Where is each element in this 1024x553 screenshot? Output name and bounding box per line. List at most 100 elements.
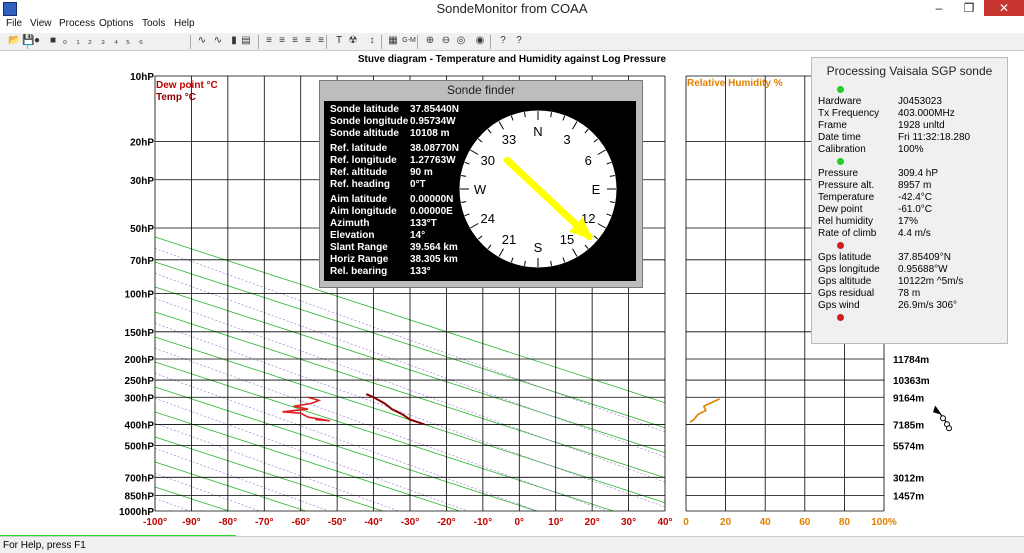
pressure-tick-label: 700hP — [125, 473, 155, 484]
record-icon[interactable]: ● — [31, 35, 43, 47]
menu-options[interactable]: Options — [99, 18, 133, 29]
finder-row-value: 0.95734W — [410, 116, 456, 127]
finder-row-label: Ref. altitude — [330, 167, 388, 178]
p2-icon[interactable]: ₁ — [72, 35, 84, 47]
processing-row-value: J0453023 — [898, 96, 942, 107]
mixing-ratio-line — [154, 398, 469, 512]
p7-icon[interactable]: ₆ — [135, 35, 147, 47]
finder-row-value: 14° — [410, 230, 426, 241]
processing-title: Processing Vaisala SGP sonde — [826, 64, 993, 78]
toolbar-separator — [190, 35, 191, 49]
processing-row-value: -42.4°C — [898, 192, 933, 203]
temp-tick-label: -80° — [219, 517, 237, 528]
wind-barb-point — [946, 425, 952, 432]
processing-row-label: Calibration — [818, 144, 866, 155]
temp-tick-label: 10° — [548, 517, 563, 528]
humidity-axis-title: Relative Humidity % — [687, 78, 783, 89]
lines2-icon[interactable]: ≡ — [276, 35, 288, 47]
processing-row-value: 26.9m/s 306° — [898, 300, 958, 311]
processing-row-value: 78 m — [898, 288, 921, 299]
temp-tick-label: -100° — [143, 517, 167, 528]
processing-row-label: Temperature — [818, 192, 875, 203]
gm-icon[interactable]: G-M — [402, 35, 416, 47]
menu-help[interactable]: Help — [174, 18, 195, 29]
p1-icon[interactable]: ₀ — [59, 35, 71, 47]
altitude-label: 11784m — [893, 355, 929, 366]
processing-row-value: 8957 m — [898, 180, 932, 191]
status-text: For Help, press F1 — [3, 540, 86, 551]
finder-row-value: 37.85440N — [410, 104, 459, 115]
close-button[interactable]: ✕ — [984, 0, 1024, 16]
processing-row-value: Fri 11:32:18.280 — [898, 132, 971, 143]
open-icon[interactable]: 📂 — [8, 35, 20, 47]
finder-row-label: Ref. heading — [330, 179, 391, 190]
altitude-label: 10363m — [893, 376, 930, 387]
menu-process[interactable]: Process — [59, 18, 95, 29]
p3-icon[interactable]: ₂ — [84, 35, 96, 47]
status-led-error — [837, 314, 844, 321]
temp-icon[interactable]: T — [333, 35, 345, 47]
box-icon[interactable]: ▤ — [240, 35, 252, 47]
lines5-icon[interactable]: ≡ — [315, 35, 327, 47]
finder-row-label: Ref. latitude — [330, 143, 388, 154]
stop-icon[interactable]: ■ — [47, 35, 59, 47]
finder-row-label: Sonde latitude — [330, 104, 399, 115]
zoom-in-icon[interactable]: ⊕ — [424, 35, 436, 47]
altitude-label: 5574m — [893, 442, 924, 453]
pressure-tick-label: 70hP — [130, 256, 154, 267]
target-icon[interactable]: ◎ — [455, 35, 467, 47]
dry-adiabat-line — [154, 361, 614, 512]
p4-icon[interactable]: ₃ — [97, 35, 109, 47]
humidity-tick-label: 20 — [720, 517, 732, 528]
temp-tick-label: -20° — [437, 517, 455, 528]
map-icon[interactable]: ▦ — [387, 35, 399, 47]
processing-row-label: Gps wind — [818, 300, 860, 311]
title-bar: SondeMonitor from COAA – ❐ ✕ — [0, 0, 1024, 18]
altitude-label: 7185m — [893, 420, 924, 431]
finder-row-label: Sonde altitude — [330, 128, 399, 139]
temp-tick-label: -10° — [474, 517, 492, 528]
wave-icon[interactable]: ∿ — [196, 35, 208, 47]
wave2-icon[interactable]: ∿ — [212, 35, 224, 47]
menu-file[interactable]: File — [6, 18, 22, 29]
finder-row-value: 10108 m — [410, 128, 450, 139]
p6-icon[interactable]: ₅ — [122, 35, 134, 47]
compass-icon[interactable]: ◉ — [474, 35, 486, 47]
humidity-trace — [689, 398, 720, 423]
help-icon[interactable]: ? — [497, 35, 509, 47]
menu-tools[interactable]: Tools — [142, 18, 165, 29]
sonde-finder-panel: Sonde finder Sonde latitude 37.85440N Sond… — [319, 80, 643, 288]
finder-row-value: 38.305 km — [410, 254, 458, 265]
toolbar-separator — [490, 35, 491, 49]
pressure-tick-label: 200hP — [125, 355, 155, 366]
temp-tick-label: -40° — [364, 517, 382, 528]
wind-barb-point — [940, 415, 946, 422]
zoom-out-icon[interactable]: ⊖ — [440, 35, 452, 47]
lines3-icon[interactable]: ≡ — [289, 35, 301, 47]
temp-tick-label: 30° — [621, 517, 636, 528]
humidity-tick-label: 100% — [871, 517, 897, 528]
compass-label: E — [592, 182, 601, 197]
menu-bar: File View Process Options Tools Help — [0, 17, 1024, 33]
maximize-button[interactable]: ❐ — [954, 0, 984, 16]
lines4-icon[interactable]: ≡ — [302, 35, 314, 47]
vertical-arrow-icon[interactable]: ↕ — [366, 35, 378, 47]
bar-icon[interactable]: ▮ — [228, 35, 240, 47]
finder-row-label: Aim latitude — [330, 194, 388, 205]
radiation-icon[interactable]: ☢ — [347, 35, 359, 47]
temp-tick-label: -50° — [328, 517, 346, 528]
processing-row-value: 403.000MHz — [898, 108, 955, 119]
lines-icon[interactable]: ≡ — [263, 35, 275, 47]
toolbar: 📂 💾 ● ■ ₀ ₁ ₂ ₃ ₄ ₅ ₆ ∿ ∿ ▮ ▤ ≡ ≡ ≡ ≡ ≡ T ☢ ↕ ▦ G-M ⊕ ⊖ ◎ ◉?? — [0, 33, 1024, 51]
finder-row-label: Rel. bearing — [330, 266, 388, 277]
processing-row-label: Pressure — [818, 168, 859, 179]
processing-row-value: 4.4 m/s — [898, 228, 931, 239]
minimize-button[interactable]: – — [924, 0, 954, 16]
processing-row-label: Date time — [818, 132, 861, 143]
pressure-tick-label: 850hP — [125, 492, 155, 503]
context-help-icon[interactable]: ? — [513, 35, 525, 47]
p5-icon[interactable]: ₄ — [110, 35, 122, 47]
menu-view[interactable]: View — [30, 18, 52, 29]
processing-row-label: Dew point — [818, 204, 863, 215]
pressure-tick-label: 20hP — [130, 137, 154, 148]
